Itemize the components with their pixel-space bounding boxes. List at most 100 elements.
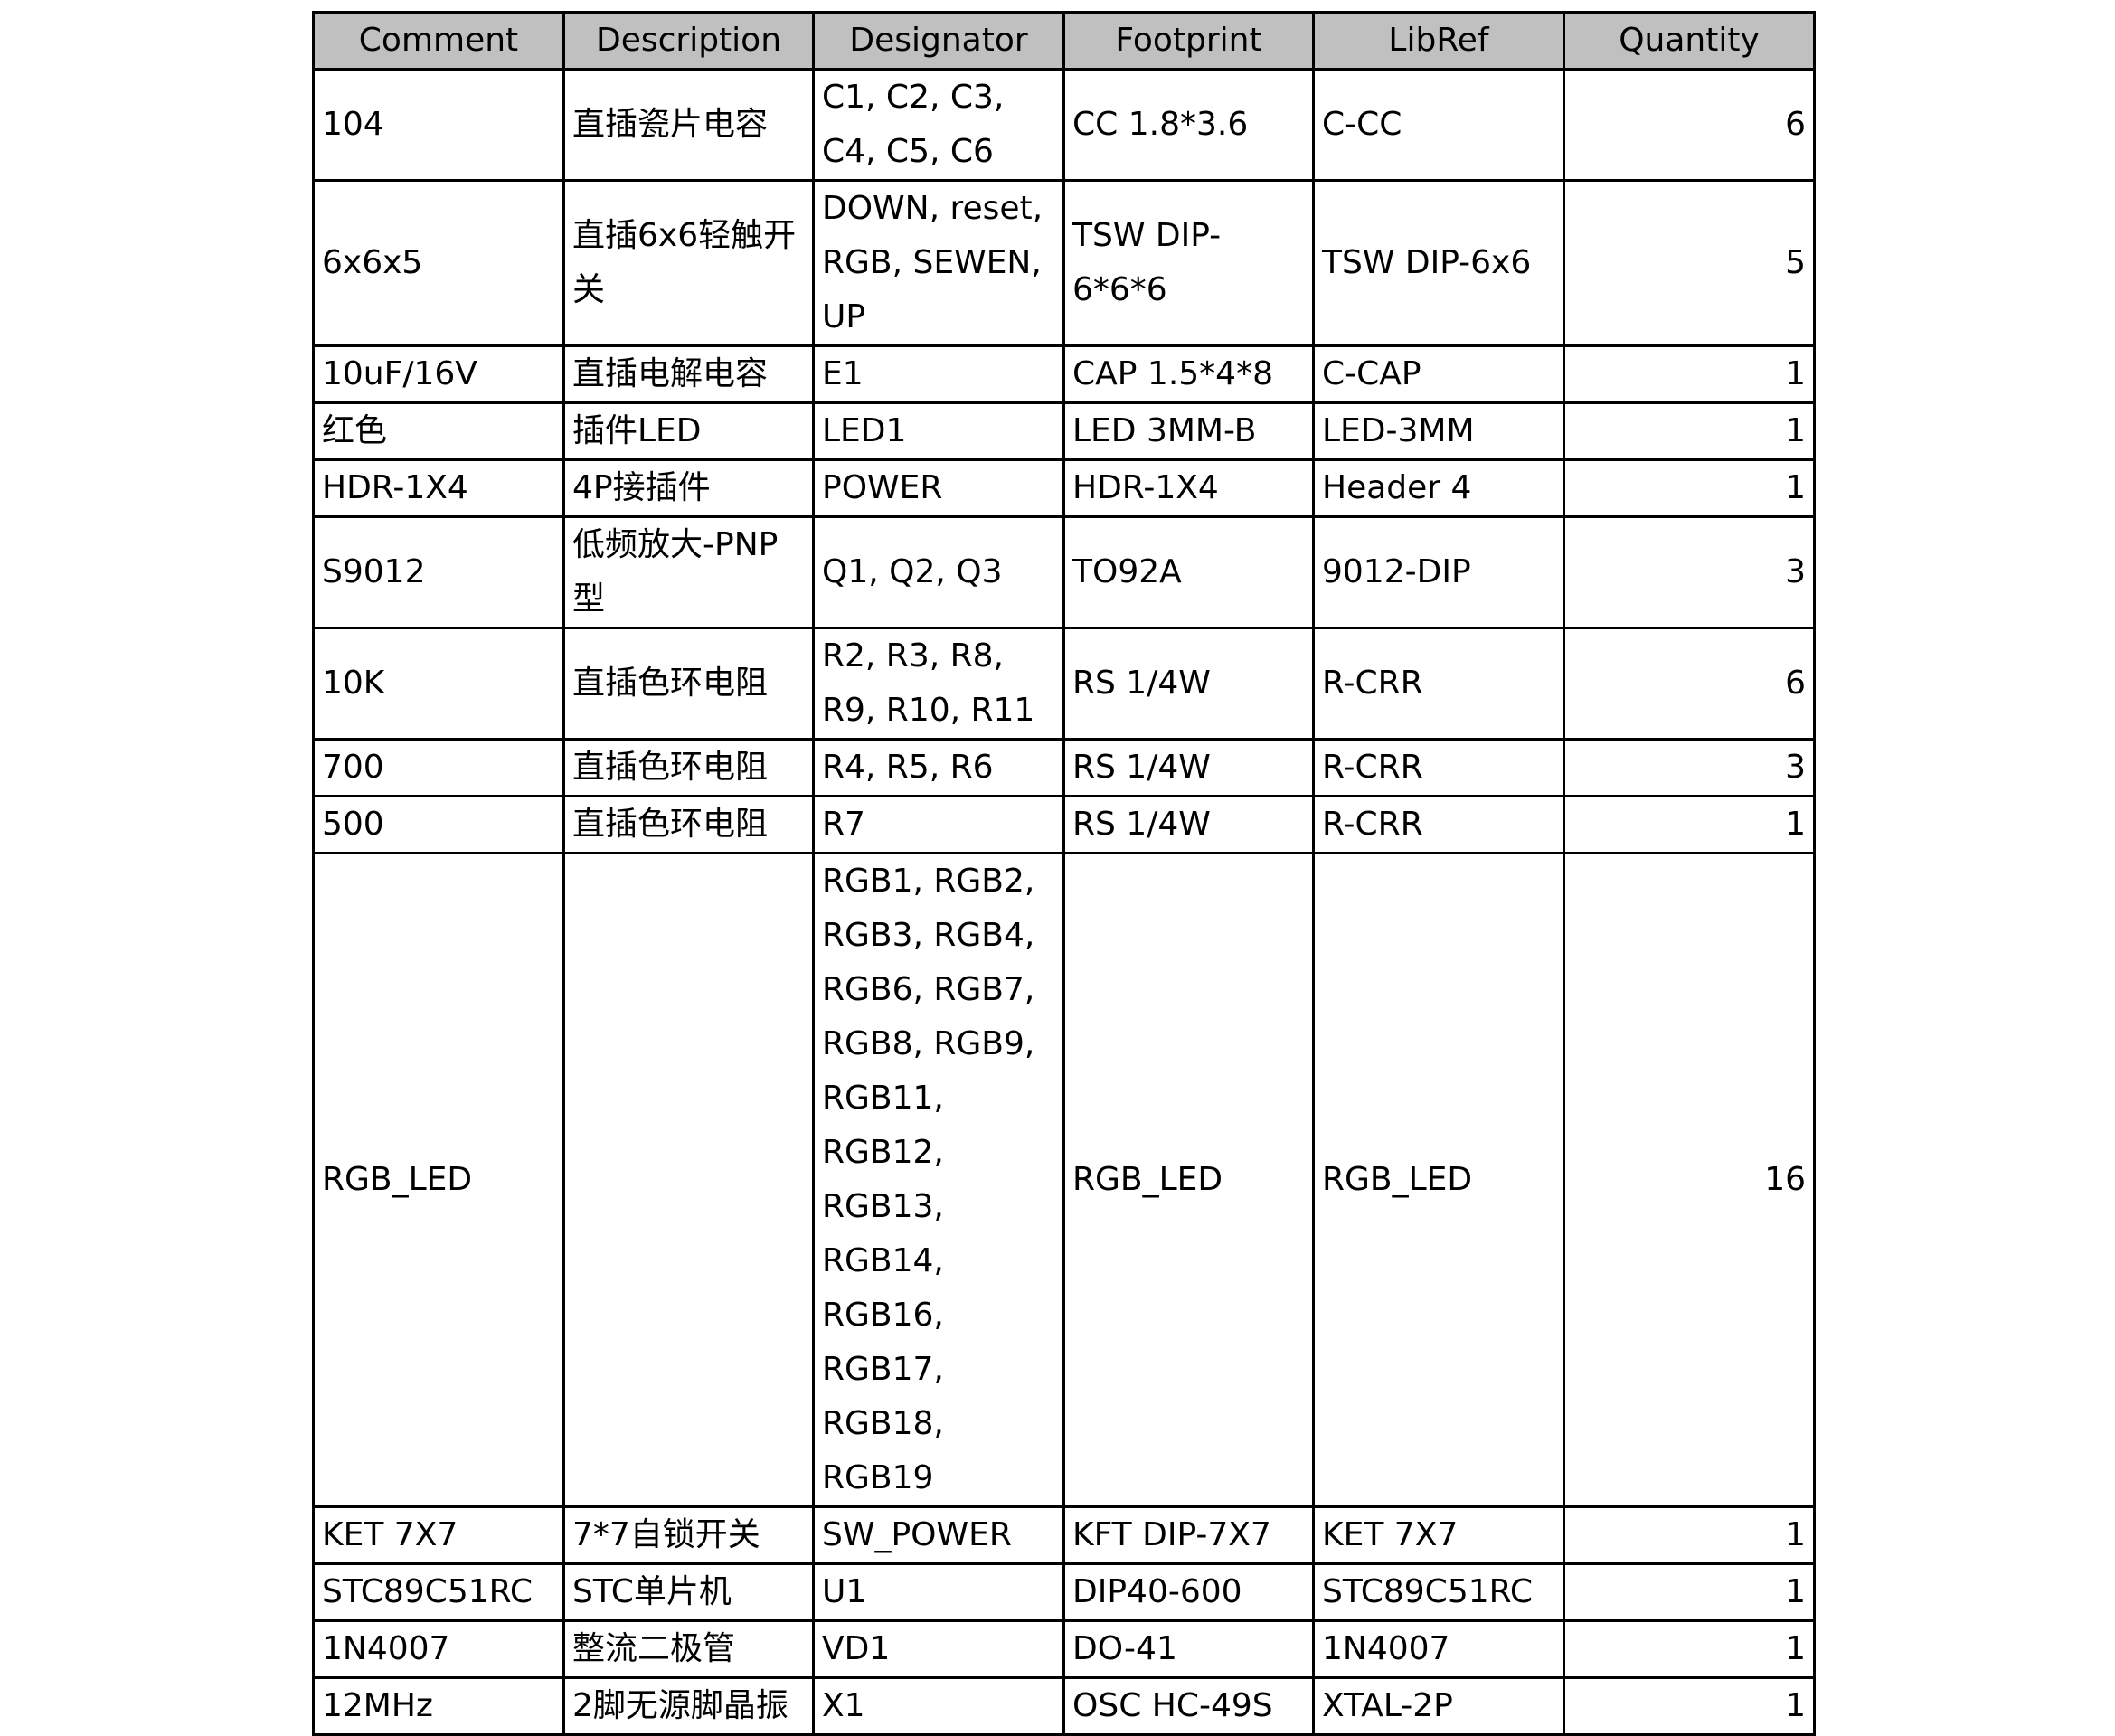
cell-footprint: LED 3MM-B	[1062, 401, 1315, 461]
cell-libref: KET 7X7	[1312, 1505, 1565, 1565]
header-description: Description	[562, 11, 815, 71]
table-row: 104 直插瓷片电容 C1, C2, C3, C4, C5, C6 CC 1.8…	[312, 68, 1816, 182]
cell-libref: 9012-DIP	[1312, 515, 1565, 629]
cell-designator: R7	[812, 795, 1065, 854]
cell-libref: XTAL-2P	[1312, 1676, 1565, 1736]
cell-libref: 1N4007	[1312, 1619, 1565, 1679]
header-row: Comment Description Designator Footprint…	[312, 11, 1816, 71]
cell-comment: STC89C51RC	[312, 1562, 565, 1622]
cell-libref: LED-3MM	[1312, 401, 1565, 461]
cell-libref: Header 4	[1312, 458, 1565, 518]
cell-libref: TSW DIP-6x6	[1312, 179, 1565, 347]
bom-table: Comment Description Designator Footprint…	[312, 11, 1816, 1736]
cell-description	[562, 852, 815, 1508]
cell-footprint: DO-41	[1062, 1619, 1315, 1679]
table-row: 700 直插色环电阻 R4, R5, R6 RS 1/4W R-CRR 3	[312, 738, 1816, 797]
cell-quantity: 1	[1563, 1676, 1816, 1736]
cell-quantity: 6	[1563, 68, 1816, 182]
cell-quantity: 1	[1563, 458, 1816, 518]
cell-quantity: 1	[1563, 1619, 1816, 1679]
cell-quantity: 5	[1563, 179, 1816, 347]
cell-footprint: RGB_LED	[1062, 852, 1315, 1508]
cell-description: 低频放大-PNP型	[562, 515, 815, 629]
header-libref: LibRef	[1312, 11, 1565, 71]
cell-footprint: KFT DIP-7X7	[1062, 1505, 1315, 1565]
cell-description: 4P接插件	[562, 458, 815, 518]
cell-libref: STC89C51RC	[1312, 1562, 1565, 1622]
cell-description: 直插瓷片电容	[562, 68, 815, 182]
cell-comment: 6x6x5	[312, 179, 565, 347]
cell-designator: VD1	[812, 1619, 1065, 1679]
table-row: HDR-1X4 4P接插件 POWER HDR-1X4 Header 4 1	[312, 458, 1816, 518]
cell-comment: S9012	[312, 515, 565, 629]
cell-libref: C-CAP	[1312, 344, 1565, 404]
cell-description: 直插色环电阻	[562, 795, 815, 854]
cell-libref: C-CC	[1312, 68, 1565, 182]
cell-footprint: OSC HC-49S	[1062, 1676, 1315, 1736]
cell-quantity: 3	[1563, 515, 1816, 629]
cell-description: 插件LED	[562, 401, 815, 461]
cell-quantity: 3	[1563, 738, 1816, 797]
cell-footprint: CC 1.8*3.6	[1062, 68, 1315, 182]
table-row: S9012 低频放大-PNP型 Q1, Q2, Q3 TO92A 9012-DI…	[312, 515, 1816, 629]
cell-comment: 104	[312, 68, 565, 182]
cell-designator: DOWN, reset, RGB, SEWEN, UP	[812, 179, 1065, 347]
cell-quantity: 6	[1563, 627, 1816, 741]
cell-designator: LED1	[812, 401, 1065, 461]
cell-description: 7*7自锁开关	[562, 1505, 815, 1565]
cell-quantity: 1	[1563, 795, 1816, 854]
cell-description: 直插电解电容	[562, 344, 815, 404]
cell-designator: SW_POWER	[812, 1505, 1065, 1565]
cell-comment: 1N4007	[312, 1619, 565, 1679]
table-row: 红色 插件LED LED1 LED 3MM-B LED-3MM 1	[312, 401, 1816, 461]
cell-libref: R-CRR	[1312, 738, 1565, 797]
cell-designator: POWER	[812, 458, 1065, 518]
cell-description: 2脚无源脚晶振	[562, 1676, 815, 1736]
cell-designator: E1	[812, 344, 1065, 404]
header-footprint: Footprint	[1062, 11, 1315, 71]
cell-footprint: RS 1/4W	[1062, 795, 1315, 854]
header-designator: Designator	[812, 11, 1065, 71]
cell-comment: 12MHz	[312, 1676, 565, 1736]
table-row: 1N4007 整流二极管 VD1 DO-41 1N4007 1	[312, 1619, 1816, 1679]
cell-comment: 10uF/16V	[312, 344, 565, 404]
table-row: 10uF/16V 直插电解电容 E1 CAP 1.5*4*8 C-CAP 1	[312, 344, 1816, 404]
cell-comment: RGB_LED	[312, 852, 565, 1508]
cell-footprint: TSW DIP-6*6*6	[1062, 179, 1315, 347]
cell-designator: U1	[812, 1562, 1065, 1622]
cell-quantity: 16	[1563, 852, 1816, 1508]
cell-designator: RGB1, RGB2, RGB3, RGB4, RGB6, RGB7, RGB8…	[812, 852, 1065, 1508]
cell-designator: C1, C2, C3, C4, C5, C6	[812, 68, 1065, 182]
cell-description: 整流二极管	[562, 1619, 815, 1679]
cell-description: 直插6x6轻触开关	[562, 179, 815, 347]
cell-libref: R-CRR	[1312, 627, 1565, 741]
cell-comment: 700	[312, 738, 565, 797]
cell-footprint: RS 1/4W	[1062, 738, 1315, 797]
cell-designator: R4, R5, R6	[812, 738, 1065, 797]
cell-quantity: 1	[1563, 401, 1816, 461]
cell-footprint: TO92A	[1062, 515, 1315, 629]
table-row: 12MHz 2脚无源脚晶振 X1 OSC HC-49S XTAL-2P 1	[312, 1676, 1816, 1736]
cell-description: 直插色环电阻	[562, 627, 815, 741]
cell-footprint: CAP 1.5*4*8	[1062, 344, 1315, 404]
table-row: 500 直插色环电阻 R7 RS 1/4W R-CRR 1	[312, 795, 1816, 854]
table-row: KET 7X7 7*7自锁开关 SW_POWER KFT DIP-7X7 KET…	[312, 1505, 1816, 1565]
cell-footprint: RS 1/4W	[1062, 627, 1315, 741]
cell-comment: 10K	[312, 627, 565, 741]
header-comment: Comment	[312, 11, 565, 71]
cell-libref: R-CRR	[1312, 795, 1565, 854]
cell-libref: RGB_LED	[1312, 852, 1565, 1508]
cell-designator: X1	[812, 1676, 1065, 1736]
cell-quantity: 1	[1563, 1562, 1816, 1622]
cell-comment: 500	[312, 795, 565, 854]
cell-quantity: 1	[1563, 344, 1816, 404]
cell-designator: Q1, Q2, Q3	[812, 515, 1065, 629]
table-row: RGB_LED RGB1, RGB2, RGB3, RGB4, RGB6, RG…	[312, 852, 1816, 1508]
cell-footprint: DIP40-600	[1062, 1562, 1315, 1622]
cell-description: STC单片机	[562, 1562, 815, 1622]
cell-comment: HDR-1X4	[312, 458, 565, 518]
header-quantity: Quantity	[1563, 11, 1816, 71]
cell-designator: R2, R3, R8, R9, R10, R11	[812, 627, 1065, 741]
cell-comment: 红色	[312, 401, 565, 461]
table-row: 10K 直插色环电阻 R2, R3, R8, R9, R10, R11 RS 1…	[312, 627, 1816, 741]
